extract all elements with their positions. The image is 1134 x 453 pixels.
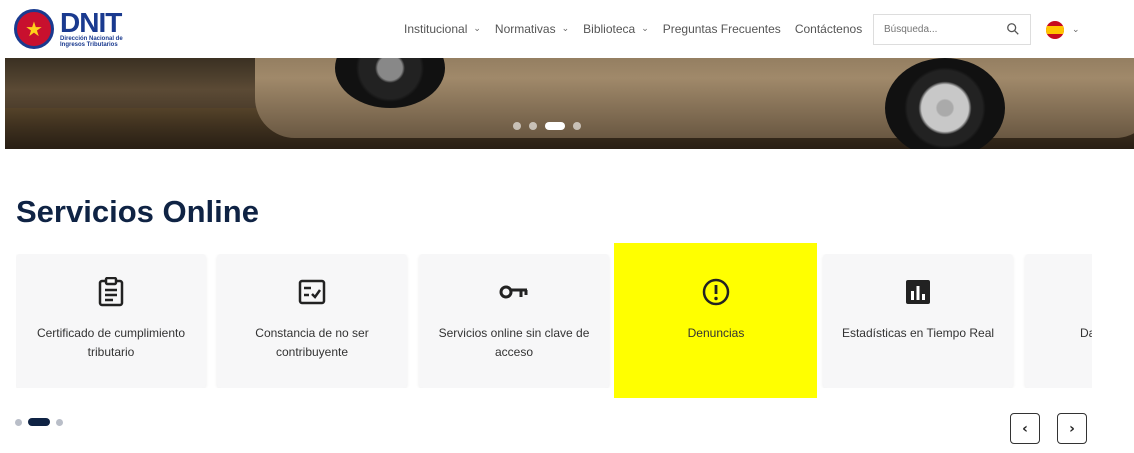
service-card-label: Da <box>1080 326 1092 340</box>
nav-institucional[interactable]: Institucional ⌄ <box>404 22 481 36</box>
service-card-label: Denuncias <box>687 326 745 340</box>
spain-flag-icon <box>1046 21 1064 39</box>
checklist-icon <box>297 276 327 308</box>
next-button[interactable]: › <box>1057 413 1087 444</box>
key-icon <box>499 276 529 308</box>
pagination-dot[interactable] <box>56 418 63 426</box>
logo-subtitle-2: Ingresos Tributarios <box>60 42 118 48</box>
services-carousel: Certificado de cumplimiento tributario C… <box>16 254 1092 388</box>
services-pagination <box>15 418 63 426</box>
service-card-denuncias[interactable]: Denuncias <box>621 254 811 388</box>
hero-dot[interactable] <box>529 122 537 130</box>
prev-button[interactable]: ‹ <box>1010 413 1040 444</box>
nav-preguntas-frecuentes[interactable]: Preguntas Frecuentes <box>663 22 781 36</box>
site-header: DNIT Dirección Nacional de Ingresos Trib… <box>0 0 1134 58</box>
chevron-down-icon: ⌄ <box>1072 25 1080 35</box>
hero-pagination <box>513 122 581 130</box>
alert-circle-icon <box>701 276 731 308</box>
language-selector[interactable]: ⌄ <box>1046 21 1080 39</box>
pagination-dot-active[interactable] <box>28 418 50 426</box>
service-card-certificado[interactable]: Certificado de cumplimiento tributario <box>16 254 206 388</box>
service-card-servicios-sin-clave[interactable]: Servicios online sin clave de acceso <box>419 254 609 388</box>
hero-dot[interactable] <box>513 122 521 130</box>
search-input[interactable] <box>884 24 1004 35</box>
search-icon[interactable] <box>1006 22 1020 36</box>
service-card-constancia[interactable]: Constancia de no ser contribuyente <box>217 254 407 388</box>
nav-biblioteca[interactable]: Biblioteca ⌄ <box>583 22 649 36</box>
service-card-label: Certificado de cumplimiento tributario <box>36 326 186 359</box>
clipboard-list-icon <box>96 276 126 308</box>
logo-title: DNIT <box>60 7 122 38</box>
pagination-dot[interactable] <box>15 418 22 426</box>
nav-normativas[interactable]: Normativas ⌄ <box>495 22 569 36</box>
emblem-icon <box>14 9 54 49</box>
service-card-label: Servicios online sin clave de acceso <box>438 326 590 359</box>
main-nav: Institucional ⌄ Normativas ⌄ Biblioteca ⌄ P… <box>404 22 876 36</box>
hero-carousel <box>5 58 1134 149</box>
section-title: Servicios Online <box>16 194 259 229</box>
service-card-partial[interactable]: Da <box>1025 254 1092 388</box>
search-box <box>873 14 1031 45</box>
wheel-image <box>885 58 1005 149</box>
service-card-estadisticas[interactable]: Estadísticas en Tiempo Real <box>823 254 1013 388</box>
chevron-down-icon: ⌄ <box>561 24 570 34</box>
chevron-down-icon: ⌄ <box>641 24 649 34</box>
service-card-label: Estadísticas en Tiempo Real <box>841 326 995 340</box>
hero-dot[interactable] <box>573 122 581 130</box>
dnit-logo[interactable]: DNIT Dirección Nacional de Ingresos Trib… <box>14 8 134 50</box>
bar-chart-icon <box>903 276 933 308</box>
chevron-down-icon: ⌄ <box>473 24 481 34</box>
service-card-label: Constancia de no ser contribuyente <box>255 326 369 359</box>
hero-dot-active[interactable] <box>545 122 565 130</box>
nav-contactenos[interactable]: Contáctenos <box>795 22 862 36</box>
